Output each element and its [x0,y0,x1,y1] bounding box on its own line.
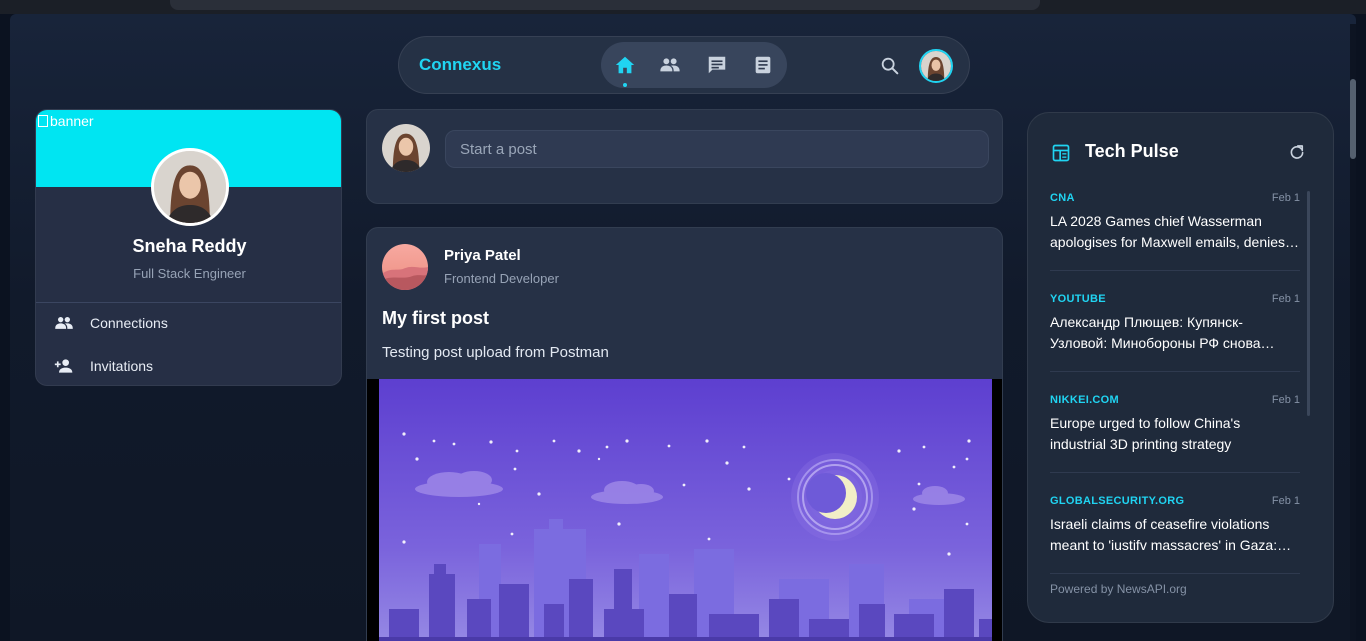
news-headline[interactable]: Александр Плющев: Купянск-Узловой: Миноб… [1050,312,1300,354]
brand-logo[interactable]: Connexus [419,55,501,75]
people-icon [55,317,73,329]
post-card: Priya Patel Frontend Developer My first … [366,227,1003,641]
people-icon [660,58,680,72]
news-date: Feb 1 [1271,495,1300,507]
news-headline[interactable]: Europe urged to follow China's industria… [1050,413,1300,455]
start-post-input[interactable]: Start a post [445,130,989,168]
home-icon [615,56,635,74]
browser-top-bar [0,0,1366,14]
news-source: NIKKEI.COM [1050,394,1119,406]
news-date: Feb 1 [1271,394,1300,406]
news-item[interactable]: GLOBALSECURITY.ORG Feb 1 Israeli claims … [1050,495,1300,591]
avatar-image [921,51,951,81]
refresh-icon[interactable] [1288,143,1306,161]
news-icon [1052,144,1070,162]
divider [36,302,341,303]
nav-icon-group [601,42,787,88]
profile-avatar[interactable] [151,148,229,226]
news-item[interactable]: NIKKEI.COM Feb 1 Europe urged to follow … [1050,394,1300,490]
banner-broken-image: banner [38,113,94,129]
divider [1050,371,1300,372]
invitations-link[interactable]: Invitations [52,354,153,378]
news-date: Feb 1 [1271,293,1300,305]
post-text: Testing post upload from Postman [382,344,609,361]
divider [1050,573,1300,574]
post-image[interactable] [367,379,1002,641]
browser-address-strip [170,0,1040,10]
avatar-image [382,244,428,290]
person-add-icon [54,359,73,373]
page-scrollbar[interactable] [1350,24,1356,641]
news-source: YOUTUBE [1050,293,1106,305]
news-title: Tech Pulse [1085,141,1179,161]
news-scrollbar[interactable] [1307,191,1310,416]
avatar-image [154,151,226,223]
app-window: Connexus banner Sneha Reddy Full Stack E… [10,14,1356,641]
post-title: My first post [382,308,490,328]
search-icon [881,57,899,75]
news-source: GLOBALSECURITY.ORG [1050,495,1185,507]
news-panel: Tech Pulse CNA Feb 1 LA 2028 Games chief… [1027,112,1334,623]
post-author-avatar[interactable] [382,244,428,290]
chat-icon [708,56,726,74]
nav-articles[interactable] [748,50,778,80]
news-date: Feb 1 [1271,192,1300,204]
divider [1050,270,1300,271]
nav-home[interactable] [610,50,640,80]
night-city-illustration [379,379,992,641]
profile-name[interactable]: Sneha Reddy [36,236,341,257]
post-composer: Start a post [366,109,1003,204]
news-item[interactable]: CNA Feb 1 LA 2028 Games chief Wasserman … [1050,192,1300,288]
active-indicator [623,83,627,87]
post-author-name[interactable]: Priya Patel [444,247,521,264]
news-headline[interactable]: Israeli claims of ceasefire violations m… [1050,514,1300,556]
nav-avatar[interactable] [919,49,953,83]
nav-network[interactable] [655,50,685,80]
news-item[interactable]: YOUTUBE Feb 1 Александр Плющев: Купянск-… [1050,293,1300,389]
top-navbar: Connexus [398,36,970,94]
page-scrollbar-thumb[interactable] [1350,79,1356,159]
news-footer: Powered by NewsAPI.org [1050,582,1187,596]
document-icon [755,56,771,74]
banner-alt-text: banner [50,113,94,129]
invitations-label: Invitations [90,358,154,374]
divider [1050,472,1300,473]
post-author-role: Frontend Developer [444,271,559,286]
nav-search-button[interactable] [879,55,901,77]
connections-link[interactable]: Connections [52,311,168,335]
connections-label: Connections [90,315,168,331]
nav-messages[interactable] [702,50,732,80]
composer-avatar [382,124,430,172]
news-source: CNA [1050,192,1075,204]
profile-card: banner Sneha Reddy Full Stack Engineer C… [35,109,342,386]
avatar-image [382,124,430,172]
profile-role: Full Stack Engineer [133,266,246,281]
news-headline[interactable]: LA 2028 Games chief Wasserman apologises… [1050,211,1300,253]
